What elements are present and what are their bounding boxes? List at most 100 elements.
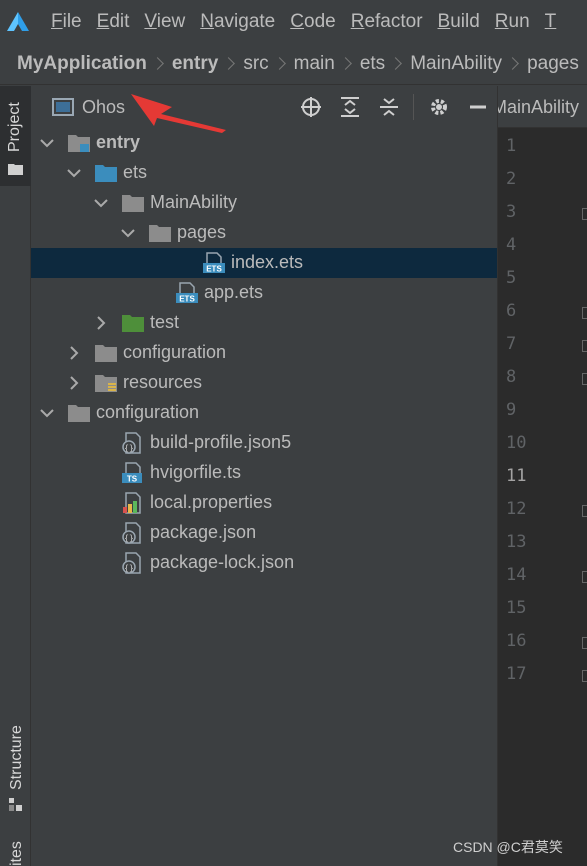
- fold-marker-icon[interactable]: [582, 637, 587, 649]
- line-number: 7: [506, 334, 517, 354]
- chevron-right-icon[interactable]: [93, 315, 109, 331]
- folder-icon: [94, 342, 118, 364]
- chevron-down-icon[interactable]: [39, 135, 55, 151]
- menu-item-refactor[interactable]: Refactor: [351, 11, 423, 33]
- menu-mnemonic: B: [437, 10, 451, 32]
- tree-item-label: build-profile.json5: [150, 432, 292, 452]
- menu-label-rest: iew: [156, 10, 186, 32]
- tree-item-label: local.properties: [150, 492, 273, 512]
- tree-item[interactable]: configuration: [31, 338, 497, 368]
- gear-icon[interactable]: [428, 96, 450, 118]
- project-panel-header: Ohos: [31, 86, 497, 128]
- tab-favorites[interactable]: ites: [0, 836, 31, 866]
- fold-marker-icon[interactable]: [582, 340, 587, 352]
- fold-marker-icon[interactable]: [582, 307, 587, 319]
- line-number: 8: [506, 367, 517, 387]
- tree-item-label: package-lock.json: [150, 552, 295, 572]
- chevron-right-icon[interactable]: [66, 345, 82, 361]
- breadcrumb-separator-icon: [506, 57, 519, 70]
- tree-item[interactable]: {} build-profile.json5: [31, 428, 497, 458]
- menu-item-run[interactable]: Run: [495, 11, 530, 33]
- tree-item[interactable]: local.properties: [31, 488, 497, 518]
- chevron-down-icon[interactable]: [93, 195, 109, 211]
- folder-icon: [67, 402, 91, 424]
- tree-item[interactable]: ETS app.ets: [31, 278, 497, 308]
- editor-tab-label: MainAbility: [498, 97, 580, 117]
- locate-file-icon[interactable]: [300, 96, 322, 118]
- menu-item-code[interactable]: Code: [290, 11, 335, 33]
- menu-label-rest: uild: [450, 10, 480, 32]
- menu-mnemonic: N: [200, 10, 214, 32]
- tree-item[interactable]: TS hvigorfile.ts: [31, 458, 497, 488]
- menu-mnemonic: C: [290, 10, 304, 32]
- resources-folder-icon: [94, 372, 118, 394]
- chevron-down-icon[interactable]: [66, 165, 82, 181]
- tree-item-label: index.ets: [231, 252, 304, 272]
- tree-item[interactable]: ets: [31, 158, 497, 188]
- tree-item-label: configuration: [123, 342, 227, 362]
- fold-marker-icon[interactable]: [582, 505, 587, 517]
- chevron-down-icon[interactable]: [39, 405, 55, 421]
- tab-project-label: Project: [6, 102, 23, 152]
- breadcrumb-item[interactable]: MyApplication: [17, 53, 147, 75]
- tree-item-label: MainAbility: [150, 192, 238, 212]
- menu-item-edit[interactable]: Edit: [97, 11, 130, 33]
- view-mode-icon: [52, 98, 74, 116]
- tree-item-label: test: [150, 312, 180, 332]
- structure-tab-icon: [9, 798, 22, 811]
- menu-mnemonic: E: [96, 10, 110, 32]
- menu-item-file[interactable]: File: [51, 11, 82, 33]
- expand-all-icon[interactable]: [339, 96, 361, 118]
- module-folder-icon: [67, 132, 91, 154]
- view-mode-selector[interactable]: Ohos: [82, 97, 125, 118]
- breadcrumb-item[interactable]: entry: [172, 53, 218, 75]
- hide-panel-icon[interactable]: [467, 96, 489, 118]
- chevron-right-icon[interactable]: [66, 375, 82, 391]
- breadcrumb-separator-icon: [272, 57, 286, 70]
- left-tool-strip: Project Structure ites: [0, 86, 31, 866]
- tree-item[interactable]: resources: [31, 368, 497, 398]
- tree-item[interactable]: MainAbility: [31, 188, 497, 218]
- tree-item[interactable]: pages: [31, 218, 497, 248]
- tree-item-label: hvigorfile.ts: [150, 462, 242, 482]
- menu-mnemonic: R: [350, 10, 365, 32]
- breadcrumb-item[interactable]: pages: [527, 53, 579, 75]
- ets-file-icon: ETS: [175, 282, 199, 304]
- app-logo-icon: [0, 0, 36, 43]
- tree-item[interactable]: configuration: [31, 398, 497, 428]
- tree-item[interactable]: entry: [31, 128, 497, 158]
- tree-item[interactable]: ETS index.ets: [31, 248, 497, 278]
- breadcrumb-item[interactable]: ets: [360, 53, 385, 75]
- menu-mnemonic: F: [51, 10, 63, 32]
- chevron-down-icon[interactable]: [120, 225, 136, 241]
- line-number: 13: [506, 532, 527, 552]
- editor-tab[interactable]: MainAbility: [498, 86, 587, 128]
- properties-file-icon: [121, 492, 145, 514]
- line-number: 2: [506, 169, 517, 189]
- fold-marker-icon[interactable]: [582, 670, 587, 682]
- tree-item[interactable]: {} package-lock.json: [31, 548, 497, 578]
- fold-marker-icon[interactable]: [582, 373, 587, 385]
- breadcrumb-item[interactable]: MainAbility: [410, 53, 502, 75]
- source-folder-icon: [94, 162, 118, 184]
- json-file-icon: {}: [121, 522, 145, 544]
- fold-marker-icon[interactable]: [582, 208, 587, 220]
- tree-item-label: resources: [123, 372, 203, 392]
- line-number: 4: [506, 235, 517, 255]
- breadcrumb: MyApplication entry src main ets MainAbility p…: [0, 43, 587, 85]
- tree-item[interactable]: test: [31, 308, 497, 338]
- menu-item-build[interactable]: Build: [438, 11, 480, 33]
- breadcrumb-item[interactable]: src: [243, 53, 268, 75]
- fold-marker-icon[interactable]: [582, 571, 587, 583]
- tree-item[interactable]: {} package.json: [31, 518, 497, 548]
- collapse-all-icon[interactable]: [378, 96, 400, 118]
- tab-structure[interactable]: Structure: [0, 714, 31, 814]
- menu-item-t[interactable]: T: [545, 11, 557, 33]
- tab-project[interactable]: Project: [0, 86, 31, 186]
- breadcrumb-item[interactable]: main: [294, 53, 335, 75]
- breadcrumb-separator-icon: [338, 57, 352, 70]
- line-number: 15: [506, 598, 527, 618]
- menu-label-rest: avigate: [213, 10, 276, 32]
- menu-item-view[interactable]: View: [144, 11, 185, 33]
- menu-item-navigate[interactable]: Navigate: [200, 11, 275, 33]
